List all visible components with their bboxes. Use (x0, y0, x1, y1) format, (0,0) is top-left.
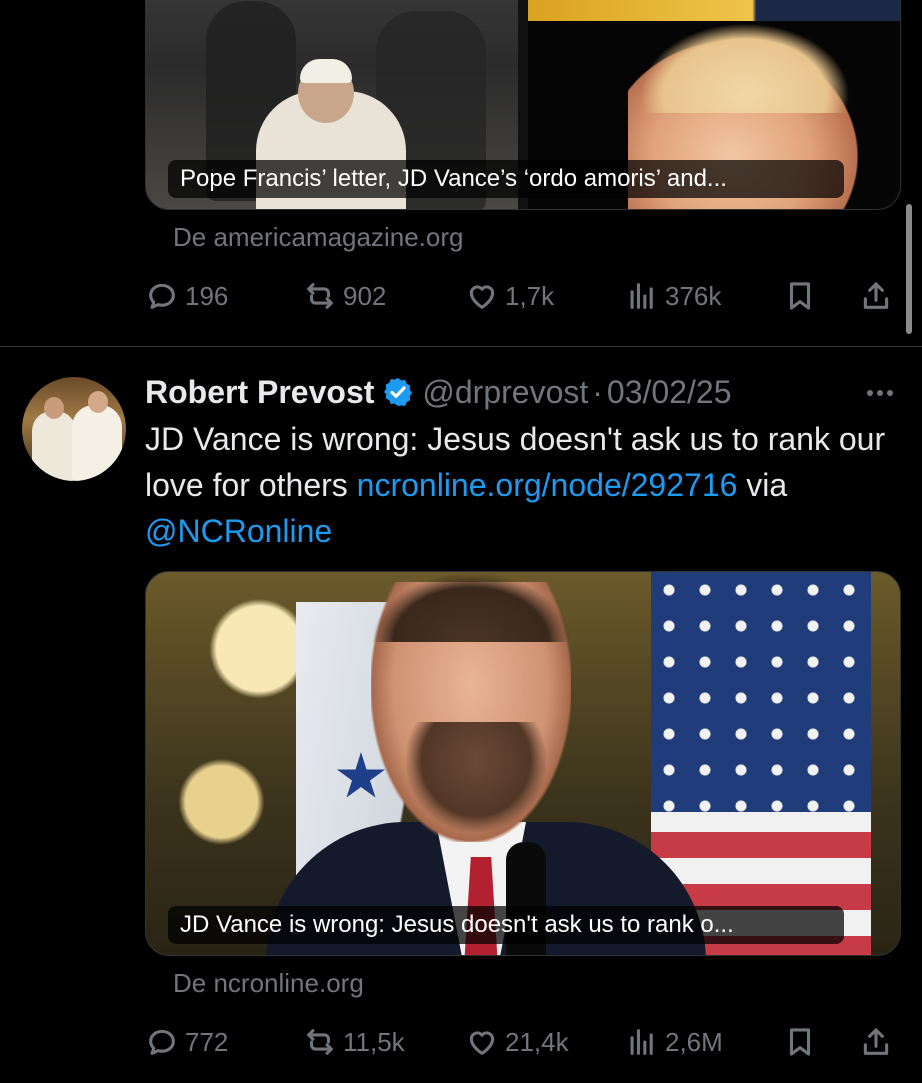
repost-count: 11,5k (343, 1026, 405, 1057)
views-count: 2,6M (665, 1026, 723, 1057)
reply-button[interactable]: 772 (145, 1025, 228, 1059)
heart-icon (469, 1031, 495, 1055)
tweet-date[interactable]: 03/02/25 (607, 374, 732, 411)
tweet-divider (0, 346, 922, 347)
tweet-link-url[interactable]: ncronline.org/node/292716 (357, 467, 738, 503)
reply-icon (149, 1029, 175, 1055)
link-card-ncronline[interactable]: JD Vance is wrong: Jesus doesn't ask us … (145, 571, 901, 956)
like-count: 21,4k (505, 1026, 569, 1057)
bookmark-icon (789, 1028, 811, 1056)
card-caption: JD Vance is wrong: Jesus doesn't ask us … (168, 906, 844, 944)
bookmark-icon (789, 282, 811, 310)
like-button[interactable]: 21,4k (465, 1025, 569, 1059)
card-source[interactable]: De americamagazine.org (173, 222, 463, 253)
share-icon (863, 282, 889, 309)
link-card-americamagazine[interactable]: Pope Francis’ letter, JD Vance’s ‘ordo a… (145, 0, 901, 210)
repost-count: 902 (343, 280, 387, 311)
bookmark-button[interactable] (783, 279, 817, 313)
views-icon (630, 1029, 653, 1055)
card-source[interactable]: De ncronline.org (173, 968, 364, 999)
views-count: 376k (665, 280, 722, 311)
tweet-text-part: via (737, 467, 788, 503)
share-icon (863, 1028, 889, 1055)
views-button[interactable]: 376k (625, 279, 721, 313)
reply-button[interactable]: 196 (145, 279, 228, 313)
card-caption: Pope Francis’ letter, JD Vance’s ‘ordo a… (168, 160, 844, 198)
timeline: Pope Francis’ letter, JD Vance’s ‘ordo a… (0, 0, 922, 1083)
tweet-header: Robert Prevost @drprevost · 03/02/25 (145, 370, 731, 414)
avatar[interactable] (22, 377, 126, 481)
like-count: 1,7k (505, 280, 555, 311)
action-bar: 772 11,5k 21,4k 2,6M (145, 1020, 905, 1064)
separator: · (592, 373, 603, 410)
repost-icon (307, 283, 333, 309)
share-button[interactable] (859, 279, 893, 313)
user-handle[interactable]: @drprevost (422, 374, 588, 411)
reply-count: 196 (185, 280, 229, 311)
scrollbar[interactable] (906, 204, 912, 334)
bookmark-button[interactable] (783, 1025, 817, 1059)
verified-badge-icon[interactable] (382, 376, 414, 408)
display-name[interactable]: Robert Prevost (145, 374, 374, 411)
views-button[interactable]: 2,6M (625, 1025, 723, 1059)
action-bar: 196 902 1,7k 376k (145, 274, 905, 318)
repost-button[interactable]: 902 (303, 279, 386, 313)
views-icon (630, 283, 653, 309)
tweet-text: JD Vance is wrong: Jesus doesn't ask us … (145, 416, 905, 554)
tweet-link-mention[interactable]: @NCRonline (145, 513, 332, 549)
like-button[interactable]: 1,7k (465, 279, 554, 313)
reply-count: 772 (185, 1026, 229, 1057)
repost-icon (307, 1029, 333, 1055)
repost-button[interactable]: 11,5k (303, 1025, 405, 1059)
heart-icon (469, 285, 495, 309)
more-icon[interactable] (860, 378, 900, 408)
reply-icon (149, 283, 175, 309)
share-button[interactable] (859, 1025, 893, 1059)
